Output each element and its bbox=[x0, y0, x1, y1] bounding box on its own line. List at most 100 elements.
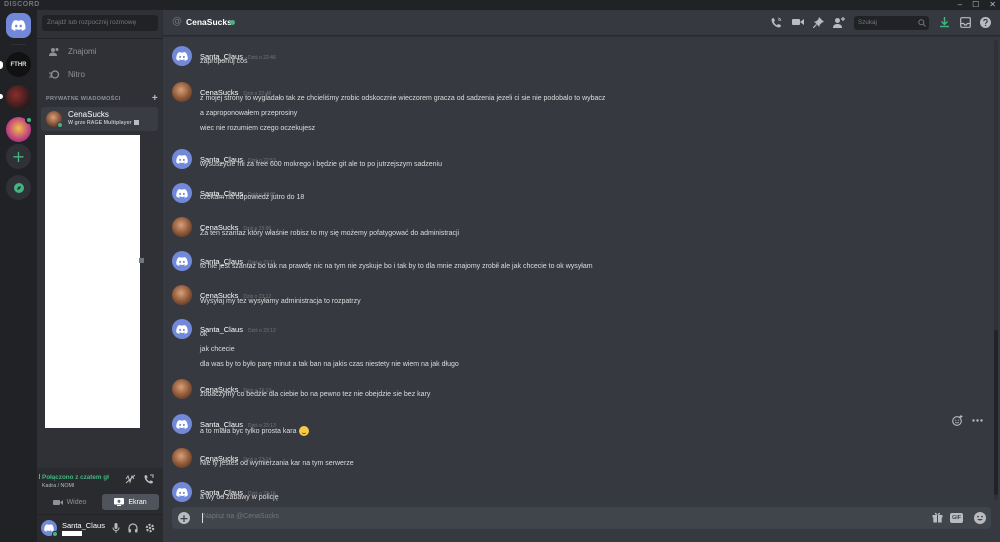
gear-icon[interactable] bbox=[145, 523, 155, 533]
window-controls: – ☐ ✕ bbox=[958, 0, 996, 10]
screen-label: Ekran bbox=[128, 498, 147, 506]
dm-name: CenaSucks bbox=[68, 110, 109, 119]
voice-channel-name[interactable]: Kadra / NOMI bbox=[42, 483, 74, 489]
message-content: zobaczymy co bedzie dla ciebie bo na pew… bbox=[200, 391, 431, 398]
dm-item-cenasucks[interactable]: CenaSucks W grze RAGE Multiplayer bbox=[41, 107, 158, 131]
message-text: Wysyłaj my tez wysyłamy administracja to… bbox=[200, 298, 361, 305]
message-content: czekam na odpowiedź jutro do 18 bbox=[200, 194, 305, 201]
message-text: ok bbox=[200, 331, 207, 338]
message-timestamp: Dziś o 23:12 bbox=[247, 328, 276, 334]
home-button[interactable] bbox=[6, 13, 31, 38]
server-icon-3[interactable] bbox=[6, 116, 33, 142]
message-content: dla was by to było parę minut a tak ban … bbox=[200, 361, 459, 368]
discord-logo-icon bbox=[176, 419, 188, 429]
sidebar-item-friends[interactable]: Znajomi bbox=[41, 41, 159, 61]
scrollbar-thumb[interactable] bbox=[994, 330, 998, 495]
download-icon[interactable] bbox=[939, 17, 950, 28]
avatar[interactable] bbox=[172, 82, 192, 102]
add-friend-icon[interactable] bbox=[833, 17, 845, 28]
app-brand: DISCORD bbox=[4, 1, 40, 8]
message-content: a zaproponowałem przeprosiny bbox=[200, 110, 298, 117]
find-conversation-input[interactable]: Znajdź lub rozpocznij rozmowę bbox=[42, 15, 158, 31]
voice-status-panel: Połączono z czatem gł Kadra / NOMI Wideo… bbox=[37, 468, 163, 515]
avatar[interactable] bbox=[172, 217, 192, 237]
noise-suppression-icon[interactable] bbox=[125, 474, 136, 484]
search-placeholder: Szukaj bbox=[858, 19, 877, 26]
avatar[interactable] bbox=[172, 482, 192, 502]
message-content: zaproponuj coś bbox=[200, 58, 248, 65]
avatar[interactable] bbox=[172, 251, 192, 271]
minimize-icon[interactable]: – bbox=[958, 0, 962, 10]
message-content: Za ten szantaz który właśnie robisz to m… bbox=[200, 230, 460, 237]
discord-logo-icon bbox=[176, 487, 188, 497]
avatar[interactable] bbox=[172, 319, 192, 339]
message-timestamp: Dziś o 22:46 bbox=[247, 55, 276, 61]
video-call-icon[interactable] bbox=[792, 17, 804, 27]
compass-icon bbox=[13, 182, 24, 193]
message-text: wysuszycie mi za free 600 mokrego i będz… bbox=[200, 161, 442, 168]
message-content: ok bbox=[200, 331, 208, 338]
more-options-icon[interactable] bbox=[972, 419, 983, 422]
voice-connection-status[interactable]: Połączono z czatem gł bbox=[42, 474, 109, 481]
screen-share-button[interactable]: Ekran bbox=[102, 494, 159, 510]
video-button[interactable]: Wideo bbox=[41, 494, 98, 510]
rich-presence-icon bbox=[133, 120, 139, 126]
avatar[interactable] bbox=[172, 149, 192, 169]
voice-call-icon[interactable] bbox=[771, 17, 782, 28]
disconnect-call-icon[interactable] bbox=[144, 474, 154, 484]
message-hover-toolbar bbox=[952, 415, 983, 426]
server-label: FTHR bbox=[10, 61, 27, 68]
message-content: a wy od zabawy w policję bbox=[200, 494, 279, 501]
message-text: jak chcecie bbox=[200, 346, 235, 353]
online-status-icon bbox=[230, 20, 235, 25]
header-search-input[interactable]: Szukaj bbox=[854, 16, 929, 30]
user-tag-redacted bbox=[62, 531, 82, 536]
explore-servers-button[interactable] bbox=[6, 175, 31, 200]
server-indicator bbox=[0, 61, 3, 69]
message-input[interactable]: Napisz na @CenaSucks bbox=[203, 513, 279, 520]
message-content: wysuszycie mi za free 600 mokrego i będz… bbox=[200, 161, 442, 168]
gift-icon[interactable] bbox=[932, 512, 943, 523]
server-icon-2[interactable] bbox=[6, 85, 31, 110]
username: Santa_Claus bbox=[62, 521, 105, 530]
headphones-icon[interactable] bbox=[128, 523, 138, 533]
activity-text: W grze RAGE Multiplayer bbox=[68, 120, 132, 126]
avatar[interactable] bbox=[172, 448, 192, 468]
discord-logo-icon bbox=[176, 324, 188, 334]
attach-plus-icon[interactable]: + bbox=[178, 512, 190, 524]
rail-divider bbox=[11, 44, 26, 45]
sidebar-item-nitro[interactable]: Nitro bbox=[41, 64, 159, 84]
avatar[interactable] bbox=[172, 379, 192, 399]
server-indicator bbox=[0, 94, 3, 99]
sidebar-separator bbox=[37, 38, 163, 39]
gif-button[interactable]: GIF bbox=[950, 513, 964, 523]
video-label: Wideo bbox=[66, 498, 87, 506]
close-icon[interactable]: ✕ bbox=[989, 0, 996, 10]
pin-icon[interactable] bbox=[813, 17, 824, 28]
avatar[interactable] bbox=[172, 183, 192, 203]
maximize-icon[interactable]: ☐ bbox=[972, 0, 979, 10]
discord-logo-icon bbox=[176, 154, 188, 164]
avatar[interactable] bbox=[172, 414, 192, 434]
message-list: Santa_Claus Dziś o 22:46 zaproponuj coś Cen… bbox=[163, 37, 1000, 502]
new-dm-plus-icon[interactable]: + bbox=[152, 93, 158, 104]
message-content: z mojej strony to wygladało tak ze chcie… bbox=[200, 95, 606, 102]
discord-logo-icon bbox=[176, 256, 188, 266]
user-panel: Santa_Claus bbox=[37, 515, 163, 542]
add-server-button[interactable]: + bbox=[6, 144, 31, 169]
avatar[interactable] bbox=[172, 285, 192, 305]
add-reaction-icon[interactable] bbox=[952, 415, 963, 426]
inbox-icon[interactable] bbox=[960, 17, 971, 28]
message-composer[interactable]: + Napisz na @CenaSucks GIF bbox=[172, 507, 991, 529]
redacted-panel bbox=[45, 135, 140, 428]
title-bar: DISCORD – ☐ ✕ bbox=[0, 0, 1000, 10]
discord-logo-icon bbox=[11, 20, 26, 31]
avatar[interactable] bbox=[172, 46, 192, 66]
help-icon[interactable] bbox=[980, 17, 991, 28]
microphone-icon[interactable] bbox=[112, 523, 120, 533]
resize-handle bbox=[139, 258, 144, 263]
chat-area: @ CenaSucks Szukaj Santa_Claus Dziś o 22:… bbox=[163, 10, 1000, 542]
server-rail: FTHR + bbox=[0, 10, 37, 542]
server-fthr[interactable]: FTHR bbox=[6, 52, 31, 77]
emoji-icon[interactable] bbox=[974, 512, 986, 524]
